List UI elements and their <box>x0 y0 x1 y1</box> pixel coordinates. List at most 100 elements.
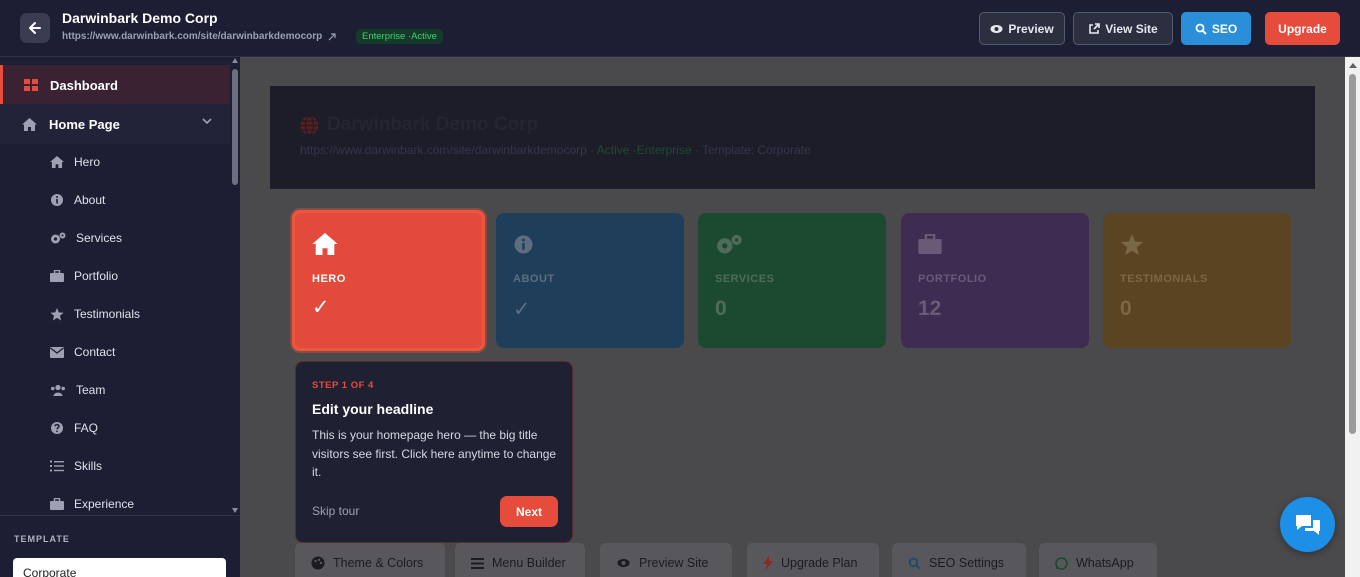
sidebar-item-hero[interactable]: Hero <box>0 143 230 181</box>
theme-colors-label: Theme & Colors <box>333 556 424 570</box>
sidebar-item-label: Testimonials <box>74 307 141 321</box>
search-icon <box>1195 23 1207 35</box>
tour-next-button[interactable]: Next <box>500 496 558 527</box>
chat-bubbles-icon <box>1295 514 1320 535</box>
envelope-icon <box>50 346 64 358</box>
external-link-icon <box>328 32 336 40</box>
template-section: TEMPLATE Corporate <box>0 515 240 577</box>
sidebar-item-contact[interactable]: Contact <box>0 333 230 371</box>
testimonials-card-label: TESTIMONIALS <box>1120 273 1208 285</box>
menu-builder-label: Menu Builder <box>492 556 566 570</box>
services-card[interactable]: SERVICES 0 <box>698 213 886 348</box>
arrow-left-icon <box>29 22 41 34</box>
services-card-label: SERVICES <box>715 273 775 285</box>
whatsapp-label: WhatsApp <box>1076 556 1134 570</box>
testimonials-card-value: 0 <box>1120 297 1132 320</box>
eye-icon <box>990 24 1003 33</box>
sidebar-item-home-page[interactable]: Home Page <box>0 104 230 144</box>
banner-url: https://www.darwinbark.com/site/darwinba… <box>300 143 587 157</box>
search-icon <box>908 557 921 570</box>
template-select[interactable]: Corporate <box>13 558 226 577</box>
tour-step-indicator: STEP 1 OF 4 <box>312 380 374 391</box>
briefcase-icon <box>918 234 942 254</box>
seo-button-label: SEO <box>1211 21 1238 36</box>
users-icon <box>51 384 65 396</box>
home-icon <box>22 117 37 131</box>
seo-button[interactable]: SEO <box>1181 12 1251 45</box>
sidebar-item-services[interactable]: Services <box>0 219 230 257</box>
star-icon <box>50 307 64 320</box>
hero-card-label: HERO <box>312 273 346 285</box>
skip-tour-link[interactable]: Skip tour <box>312 504 359 518</box>
preview-site-label: Preview Site <box>639 556 709 570</box>
sidebar-item-label: Hero <box>74 155 101 169</box>
sidebar-scrollbar[interactable] <box>231 57 240 515</box>
banner-status: · Active ·Enterprise <box>590 143 692 157</box>
sidebar-item-skills[interactable]: Skills <box>0 447 230 485</box>
site-url-link[interactable]: https://www.darwinbark.com/site/darwinba… <box>62 31 336 42</box>
page-scroll-thumb[interactable] <box>1349 74 1356 434</box>
sidebar-item-label: Skills <box>74 459 103 473</box>
scroll-up-arrow-icon[interactable] <box>232 58 238 63</box>
question-icon <box>51 422 63 434</box>
hero-card[interactable]: HERO ✓ <box>292 210 485 351</box>
briefcase-icon <box>50 270 64 282</box>
list-icon <box>50 460 64 472</box>
about-card[interactable]: ABOUT ✓ <box>496 213 684 348</box>
sidebar-item-faq[interactable]: FAQ <box>0 409 230 447</box>
sidebar-item-portfolio[interactable]: Portfolio <box>0 257 230 295</box>
sidebar: Dashboard Home Page Hero About Services … <box>0 57 240 577</box>
info-icon <box>514 235 533 254</box>
sidebar-item-label: Services <box>76 231 123 245</box>
sidebar-item-label: Home Page <box>49 116 120 132</box>
home-icon <box>312 233 338 255</box>
upgrade-plan-button[interactable]: Upgrade Plan <box>747 543 879 577</box>
star-icon <box>1120 234 1144 256</box>
gears-icon <box>717 234 742 254</box>
site-title: Darwinbark Demo Corp <box>62 10 218 26</box>
view-site-button[interactable]: View Site <box>1073 12 1173 45</box>
portfolio-card[interactable]: PORTFOLIO 12 <box>901 213 1089 348</box>
testimonials-card[interactable]: TESTIMONIALS 0 <box>1103 213 1291 348</box>
portfolio-card-label: PORTFOLIO <box>918 273 987 285</box>
back-button[interactable] <box>20 13 50 43</box>
sidebar-item-label: Experience <box>74 497 135 511</box>
whatsapp-icon <box>1055 556 1068 570</box>
chat-support-button[interactable] <box>1280 497 1335 552</box>
tour-popover: STEP 1 OF 4 Edit your headline This is y… <box>295 361 573 543</box>
info-icon <box>51 194 63 206</box>
sidebar-item-experience[interactable]: Experience <box>0 485 230 515</box>
sidebar-item-label: Team <box>76 383 106 397</box>
sidebar-item-label: Portfolio <box>74 269 119 283</box>
bolt-icon <box>763 556 773 570</box>
banner-title: Darwinbark Demo Corp <box>327 114 539 135</box>
upgrade-button[interactable]: Upgrade <box>1265 12 1340 45</box>
page-scrollbar[interactable] <box>1345 57 1360 577</box>
sidebar-item-label: FAQ <box>74 421 99 435</box>
gears-icon <box>51 232 66 243</box>
plan-status-badge: Enterprise ·Active <box>356 29 443 44</box>
upgrade-plan-label: Upgrade Plan <box>781 556 858 570</box>
preview-site-button[interactable]: Preview Site <box>600 543 732 577</box>
view-site-button-label: View Site <box>1105 21 1158 36</box>
preview-button-label: Preview <box>1008 21 1054 36</box>
scroll-down-arrow-icon[interactable] <box>232 508 238 513</box>
sidebar-item-dashboard[interactable]: Dashboard <box>0 65 230 105</box>
sidebar-scroll-thumb[interactable] <box>232 69 238 185</box>
whatsapp-button[interactable]: WhatsApp <box>1039 543 1157 577</box>
theme-colors-button[interactable]: Theme & Colors <box>295 543 445 577</box>
globe-icon <box>300 115 319 135</box>
scroll-up-arrow-icon[interactable] <box>1349 63 1357 68</box>
sidebar-nav: Dashboard Home Page Hero About Services … <box>0 57 240 515</box>
about-card-value: ✓ <box>513 298 531 321</box>
seo-settings-button[interactable]: SEO Settings <box>892 543 1026 577</box>
sidebar-item-testimonials[interactable]: Testimonials <box>0 295 230 333</box>
banner-subtitle: https://www.darwinbark.com/site/darwinba… <box>300 143 811 157</box>
menu-builder-button[interactable]: Menu Builder <box>455 543 585 577</box>
sidebar-item-about[interactable]: About <box>0 181 230 219</box>
tour-title: Edit your headline <box>312 401 434 417</box>
site-banner: Darwinbark Demo Corp https://www.darwinb… <box>270 86 1315 189</box>
main-content: Darwinbark Demo Corp https://www.darwinb… <box>240 57 1345 577</box>
sidebar-item-team[interactable]: Team <box>0 371 230 409</box>
preview-button[interactable]: Preview <box>979 12 1065 45</box>
